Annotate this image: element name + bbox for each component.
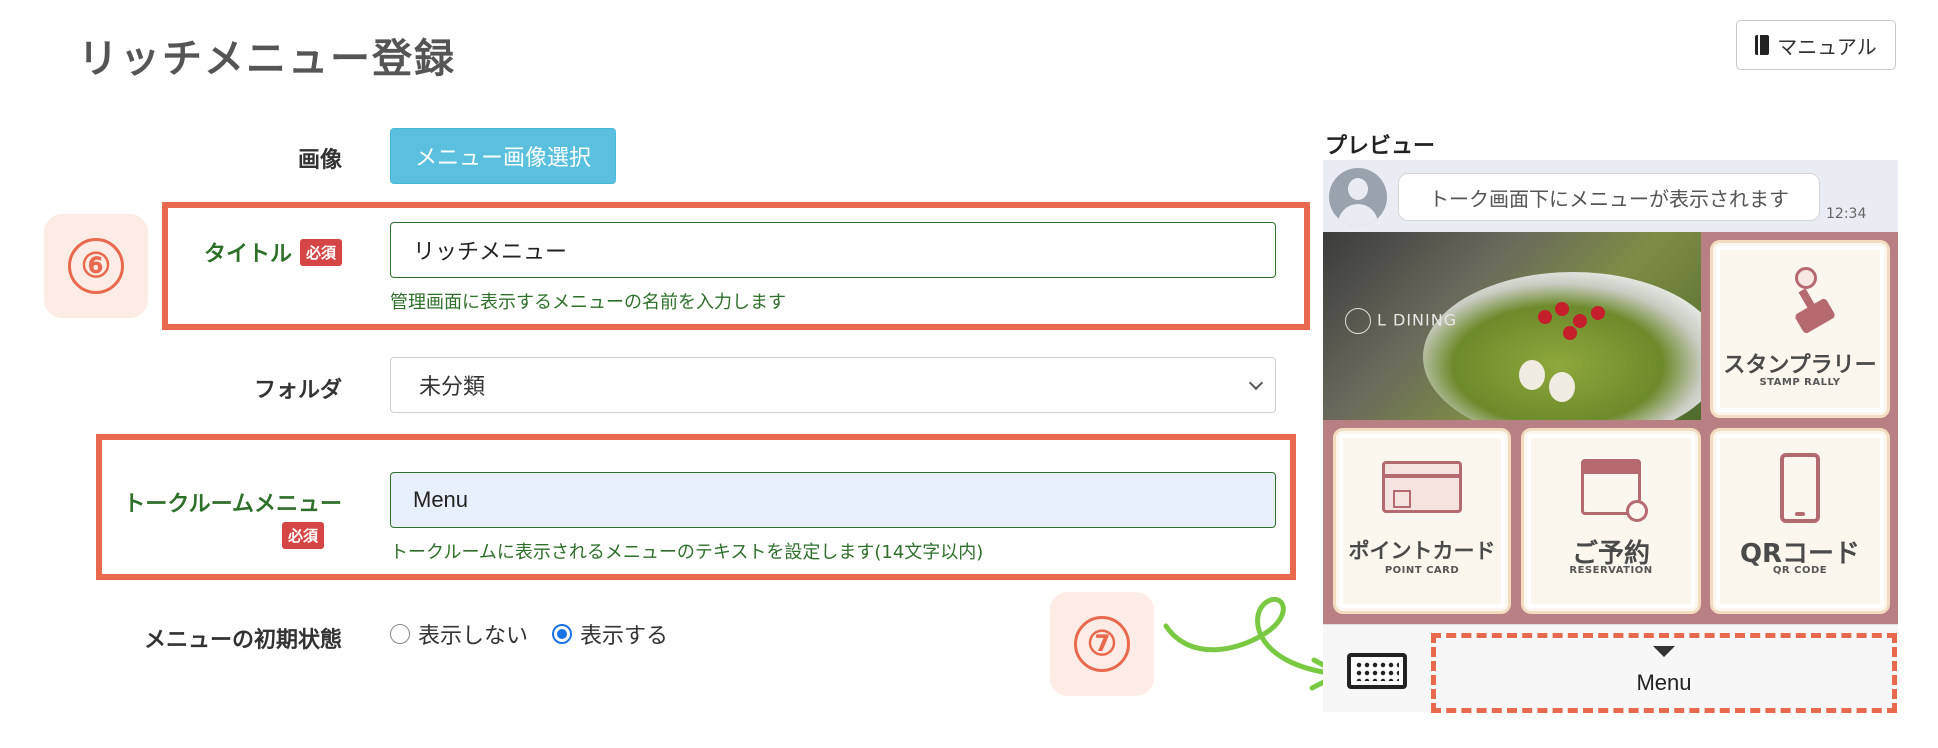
menu-toggle-button[interactable]: Menu bbox=[1431, 633, 1897, 713]
chevron-down-icon bbox=[1248, 375, 1264, 391]
food-photo[interactable]: L DINING bbox=[1323, 232, 1701, 420]
restaurant-logo: L DINING bbox=[1345, 308, 1457, 334]
radio-hide-label[interactable]: 表示しない bbox=[418, 618, 528, 650]
talkroom-required-wrap: 必須 bbox=[282, 522, 325, 549]
stamp-icon bbox=[1783, 267, 1837, 335]
avatar bbox=[1329, 168, 1387, 226]
keyboard-icon[interactable] bbox=[1347, 653, 1407, 689]
preview-frame: トーク画面下にメニューが表示されます 12:34 L DINING スタンプラリ… bbox=[1323, 160, 1898, 713]
title-label-text: タイトル bbox=[203, 242, 292, 267]
tile-subtitle: POINT CARD bbox=[1384, 565, 1460, 576]
tile-reservation[interactable]: ご予約 RESERVATION bbox=[1521, 428, 1701, 614]
talkroom-menu-input[interactable]: Menu bbox=[390, 472, 1276, 528]
radio-show[interactable] bbox=[552, 624, 573, 644]
title-help-text: 管理画面に表示するメニューの名前を入力します bbox=[390, 292, 786, 313]
preview-label: プレビュー bbox=[1325, 134, 1436, 159]
image-label: 画像 bbox=[297, 148, 342, 173]
radio-hide[interactable] bbox=[390, 624, 410, 644]
required-badge: 必須 bbox=[299, 238, 342, 266]
menu-toggle-label: Menu bbox=[1636, 670, 1692, 695]
triangle-down-icon bbox=[1653, 646, 1675, 657]
tile-subtitle: STAMP RALLY bbox=[1759, 377, 1841, 388]
chat-bubble: トーク画面下にメニューが表示されます bbox=[1398, 173, 1820, 221]
required-badge: 必須 bbox=[282, 522, 325, 549]
folder-select-value: 未分類 bbox=[419, 375, 486, 400]
tile-subtitle: QR CODE bbox=[1772, 565, 1828, 576]
title-input[interactable]: リッチメニュー bbox=[390, 222, 1276, 278]
talkroom-menu-label: トークルームメニュー bbox=[123, 492, 342, 517]
book-icon bbox=[1755, 35, 1770, 55]
step-7-badge: ⑦ bbox=[1050, 592, 1154, 696]
tile-point-card[interactable]: ポイントカード POINT CARD bbox=[1333, 428, 1511, 614]
smartphone-icon bbox=[1780, 453, 1820, 523]
talkroom-menu-help-text: トークルームに表示されるメニューのテキストを設定します(14文字以内) bbox=[390, 542, 984, 563]
curved-arrow-icon bbox=[1163, 596, 1340, 691]
chat-time: 12:34 bbox=[1826, 206, 1867, 222]
point-card-icon bbox=[1382, 461, 1462, 513]
radio-show-label[interactable]: 表示する bbox=[580, 618, 668, 650]
step-7-number: ⑦ bbox=[1074, 616, 1130, 672]
page-title: リッチメニュー登録 bbox=[78, 36, 456, 82]
step-6-number: ⑥ bbox=[68, 238, 124, 294]
rich-menu-image: L DINING スタンプラリー STAMP RALLY ポイントカード POI… bbox=[1323, 232, 1898, 624]
restaurant-logo-text: L DINING bbox=[1377, 310, 1458, 330]
tile-subtitle: RESERVATION bbox=[1569, 565, 1653, 576]
select-menu-image-button[interactable]: メニュー画像選択 bbox=[390, 128, 616, 184]
manual-button[interactable]: マニュアル bbox=[1736, 20, 1896, 70]
manual-button-label: マニュアル bbox=[1777, 34, 1877, 59]
initial-state-radio-group: 表示しない 表示する bbox=[390, 618, 668, 650]
folder-select[interactable]: 未分類 bbox=[390, 357, 1276, 413]
tile-stamp-rally[interactable]: スタンプラリー STAMP RALLY bbox=[1710, 240, 1890, 418]
step-6-badge: ⑥ bbox=[44, 214, 148, 318]
folder-label: フォルダ bbox=[253, 378, 342, 403]
calendar-icon bbox=[1581, 459, 1648, 522]
chat-area: トーク画面下にメニューが表示されます 12:34 bbox=[1323, 160, 1898, 232]
menu-bar: Menu bbox=[1323, 624, 1898, 713]
tile-title: スタンプラリー bbox=[1723, 353, 1877, 378]
title-label: タイトル 必須 bbox=[150, 236, 342, 268]
initial-state-label: メニューの初期状態 bbox=[143, 628, 342, 653]
tile-title: ポイントカード bbox=[1348, 539, 1496, 563]
tile-qr-code[interactable]: QRコード QR CODE bbox=[1710, 428, 1890, 614]
